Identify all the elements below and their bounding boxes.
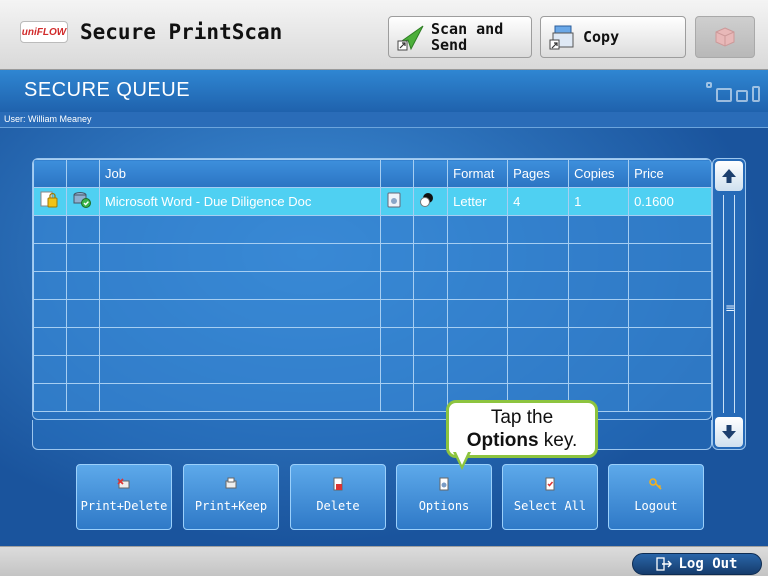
bw-color-icon [420, 193, 434, 207]
window-deco-icon [706, 82, 760, 102]
table-row [33, 383, 711, 412]
box-icon [715, 27, 735, 47]
user-row: User: William Meaney [0, 112, 768, 128]
print-keep-icon [225, 477, 237, 489]
queue-header: SECURE QUEUE [0, 70, 768, 112]
table-row [33, 243, 711, 272]
arrow-up-icon [722, 169, 736, 183]
col-pages[interactable]: Pages [507, 159, 570, 188]
table-row [33, 271, 711, 300]
scan-send-icon [397, 25, 424, 51]
delete-button[interactable]: Delete [290, 464, 386, 530]
checklist-icon [545, 477, 555, 491]
options-callout: Tap the Options key. [446, 400, 598, 458]
scroll-down-button[interactable] [715, 417, 743, 447]
col-job[interactable]: Job [98, 159, 382, 188]
options-document-icon [439, 477, 449, 491]
top-bar: uniFLOW Secure PrintScan Scan and Send C… [0, 0, 768, 70]
col-format[interactable]: Format [447, 159, 509, 188]
table-row [33, 299, 711, 328]
copy-button[interactable]: Copy [540, 16, 686, 58]
key-icon [649, 478, 662, 490]
select-all-button[interactable]: Select All [502, 464, 598, 530]
print-delete-button[interactable]: Print+Delete [76, 464, 172, 530]
brand: uniFLOW Secure PrintScan [20, 20, 282, 44]
uniflow-logo: uniFLOW [20, 21, 68, 43]
scroll-grip-icon: ≡ [725, 301, 736, 315]
table-row [33, 215, 711, 244]
scroll-up-button[interactable] [715, 161, 743, 191]
scan-and-send-button[interactable]: Scan and Send [388, 16, 532, 58]
exit-door-icon [656, 557, 673, 571]
print-keep-button[interactable]: Print+Keep [183, 464, 279, 530]
page-icon [387, 192, 401, 208]
table-row [33, 355, 711, 384]
print-delete-icon [117, 478, 130, 489]
scrollbar[interactable]: ≡ [712, 158, 746, 450]
verified-stack-icon [73, 192, 91, 208]
col-copies[interactable]: Copies [568, 159, 630, 188]
delete-document-icon [333, 477, 343, 491]
user-label: User: William Meaney [4, 114, 92, 124]
copy-icon [549, 25, 574, 50]
locked-document-icon [40, 191, 58, 208]
table-row[interactable]: Microsoft Word - Due Diligence Doc Lette… [33, 187, 711, 216]
page-title: SECURE QUEUE [24, 79, 191, 101]
log-out-button[interactable]: Log Out [632, 553, 762, 575]
footer-bar: Log Out [0, 546, 768, 576]
app-title: Secure PrintScan [80, 20, 283, 44]
options-button[interactable]: Options [396, 464, 492, 530]
logout-action-button[interactable]: Logout [608, 464, 704, 530]
arrow-down-icon [722, 425, 736, 439]
job-table: Job Format Pages Copies Price Microsoft … [32, 158, 712, 420]
disabled-app-button[interactable] [695, 16, 755, 58]
table-footer-strip [32, 420, 712, 450]
action-bar: Print+Delete Print+Keep Delete Options S… [0, 464, 768, 534]
table-row [33, 327, 711, 356]
table-header-row: Job Format Pages Copies Price [33, 159, 711, 188]
col-price[interactable]: Price [628, 159, 711, 188]
